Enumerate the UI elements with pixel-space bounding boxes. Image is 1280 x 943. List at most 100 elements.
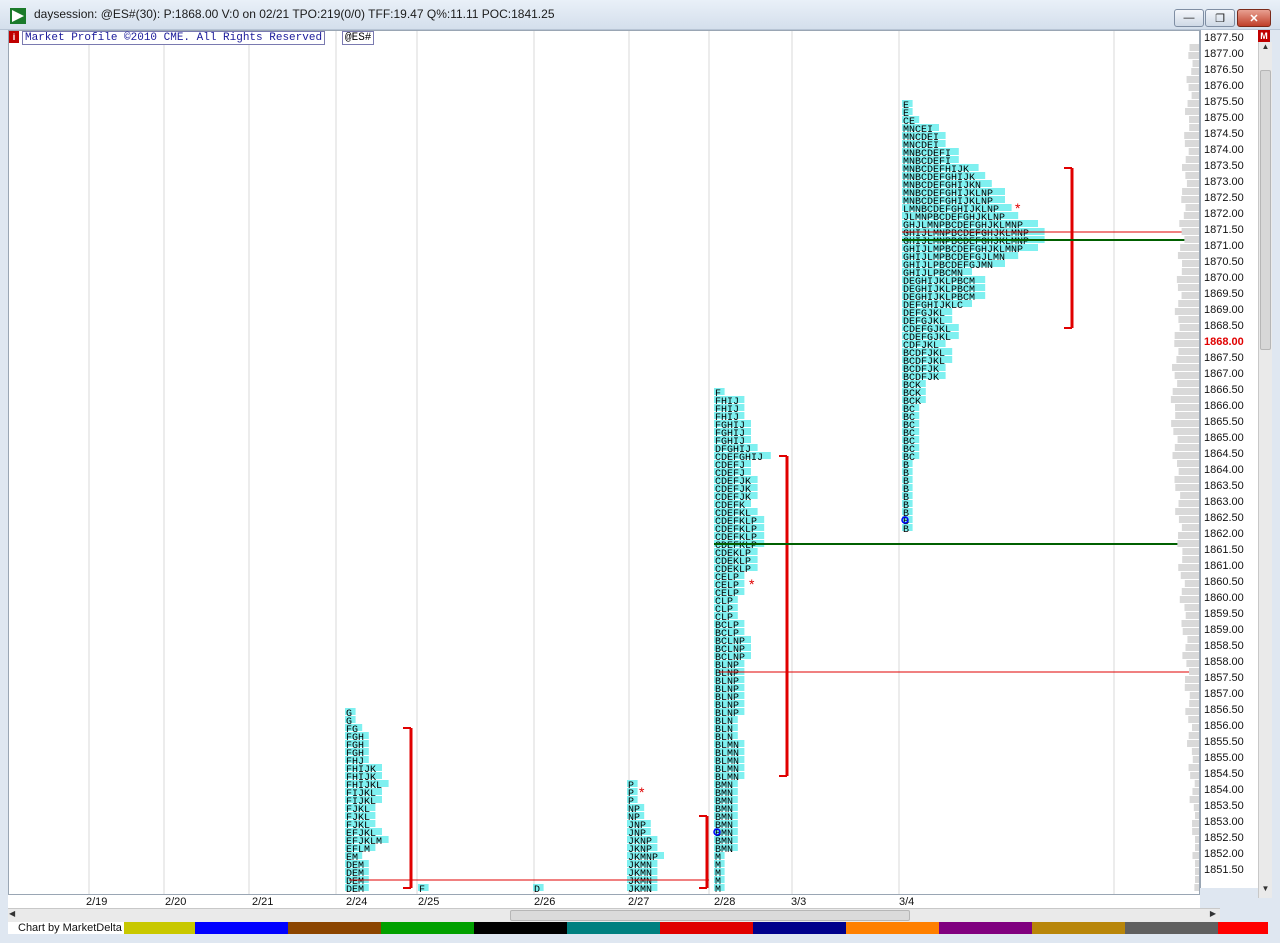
- composite-bar: [1178, 500, 1199, 507]
- color-swatch: [753, 922, 846, 934]
- scroll-left-arrow-icon[interactable]: ◀: [9, 909, 15, 918]
- composite-bar: [1177, 380, 1199, 387]
- price-label: 1859.50: [1204, 608, 1244, 620]
- composite-bar: [1180, 492, 1199, 499]
- date-label: 3/4: [899, 896, 915, 908]
- price-label: 1872.00: [1204, 208, 1244, 220]
- composite-bar: [1188, 668, 1199, 675]
- composite-bar: [1188, 52, 1199, 59]
- price-label: 1854.00: [1204, 784, 1244, 796]
- scroll-up-arrow-icon[interactable]: ▲: [1259, 42, 1272, 56]
- composite-bar: [1181, 292, 1199, 299]
- date-label: 2/27: [628, 896, 650, 908]
- price-label: 1860.00: [1204, 592, 1244, 604]
- market-profile-chart[interactable]: G G FG FGH FGH FGH FHJ FHIJK FHIJK FHIJKL FIJKL FIJ…: [8, 30, 1200, 908]
- color-swatch: [660, 922, 753, 934]
- menu-m-icon[interactable]: M: [1258, 30, 1270, 42]
- composite-bar: [1177, 540, 1199, 547]
- composite-bar: [1177, 284, 1199, 291]
- composite-bar: [1181, 196, 1199, 203]
- composite-bar: [1185, 204, 1199, 211]
- price-label: 1863.50: [1204, 480, 1244, 492]
- price-label: 1861.50: [1204, 544, 1244, 556]
- composite-bar: [1185, 612, 1199, 619]
- price-label: 1862.50: [1204, 512, 1244, 524]
- scroll-right-arrow-icon[interactable]: ▶: [1210, 909, 1216, 918]
- composite-bar: [1182, 556, 1199, 563]
- composite-bar: [1181, 228, 1199, 235]
- color-swatch: [846, 922, 939, 934]
- composite-bar: [1189, 44, 1199, 51]
- composite-bar: [1178, 300, 1199, 307]
- composite-bar: [1185, 676, 1199, 683]
- price-label: 1869.50: [1204, 288, 1244, 300]
- composite-bar: [1185, 644, 1199, 651]
- price-label: 1868.00: [1204, 336, 1244, 348]
- date-label: 2/28: [714, 896, 736, 908]
- composite-bar: [1185, 156, 1199, 163]
- composite-bar: [1182, 628, 1199, 635]
- price-label: 1854.50: [1204, 768, 1244, 780]
- horizontal-scroll-thumb[interactable]: [510, 910, 910, 921]
- price-label: 1860.50: [1204, 576, 1244, 588]
- composite-bar: [1184, 140, 1199, 147]
- price-label: 1871.50: [1204, 224, 1244, 236]
- composite-bar: [1178, 348, 1199, 355]
- composite-bar: [1188, 148, 1199, 155]
- composite-bar: [1178, 564, 1199, 571]
- composite-bar: [1170, 396, 1199, 403]
- composite-bar: [1182, 548, 1199, 555]
- price-label: 1874.00: [1204, 144, 1244, 156]
- composite-bar: [1187, 740, 1199, 747]
- color-swatch: [195, 922, 288, 934]
- minimize-button[interactable]: —: [1174, 9, 1204, 27]
- price-label: 1872.50: [1204, 192, 1244, 204]
- price-label: 1855.50: [1204, 736, 1244, 748]
- composite-bar: [1190, 772, 1199, 779]
- composite-bar: [1191, 724, 1199, 731]
- composite-bar: [1192, 820, 1199, 827]
- price-label: 1858.00: [1204, 656, 1244, 668]
- price-label: 1873.00: [1204, 176, 1244, 188]
- price-label: 1857.50: [1204, 672, 1244, 684]
- price-label: 1876.50: [1204, 64, 1244, 76]
- composite-bar: [1174, 340, 1199, 347]
- composite-bar: [1175, 404, 1199, 411]
- composite-bar: [1174, 444, 1199, 451]
- date-label: 2/20: [165, 896, 187, 908]
- date-label: 2/26: [534, 896, 556, 908]
- composite-bar: [1182, 260, 1199, 267]
- color-swatch: [1218, 922, 1268, 934]
- price-label: 1864.50: [1204, 448, 1244, 460]
- composite-bar: [1178, 516, 1199, 523]
- price-label: 1857.00: [1204, 688, 1244, 700]
- price-label: 1861.00: [1204, 560, 1244, 572]
- composite-bar: [1192, 788, 1199, 795]
- maximize-button[interactable]: ❐: [1205, 9, 1235, 27]
- symbol-tag[interactable]: @ES#: [342, 31, 375, 45]
- app-icon: [10, 8, 26, 24]
- price-label: 1873.50: [1204, 160, 1244, 172]
- color-swatch: [118, 922, 195, 934]
- composite-bar: [1188, 716, 1199, 723]
- horizontal-scrollbar[interactable]: ◀ ▶: [8, 908, 1220, 922]
- composite-bar: [1176, 356, 1199, 363]
- price-label: 1870.50: [1204, 256, 1244, 268]
- chart-canvas[interactable]: GGFGFGHFGHFGHFHJFHIJKFHIJKFHIJKLFIJKLFIJ…: [9, 31, 1200, 895]
- vertical-scrollbar[interactable]: ▲ ▼: [1258, 42, 1272, 898]
- info-icon[interactable]: i: [9, 31, 19, 43]
- close-button[interactable]: ✕: [1237, 9, 1271, 27]
- composite-bar: [1181, 524, 1199, 531]
- asterisk-marker: *: [749, 576, 755, 592]
- date-label: 2/24: [346, 896, 368, 908]
- composite-bar: [1177, 436, 1199, 443]
- composite-bar: [1192, 756, 1199, 763]
- vertical-scroll-thumb[interactable]: [1260, 70, 1271, 350]
- price-label: 1862.00: [1204, 528, 1244, 540]
- composite-bar: [1183, 212, 1199, 219]
- price-label: 1870.00: [1204, 272, 1244, 284]
- composite-bar: [1188, 764, 1199, 771]
- scroll-down-arrow-icon[interactable]: ▼: [1259, 884, 1272, 898]
- price-label: 1852.50: [1204, 832, 1244, 844]
- price-label: 1853.00: [1204, 816, 1244, 828]
